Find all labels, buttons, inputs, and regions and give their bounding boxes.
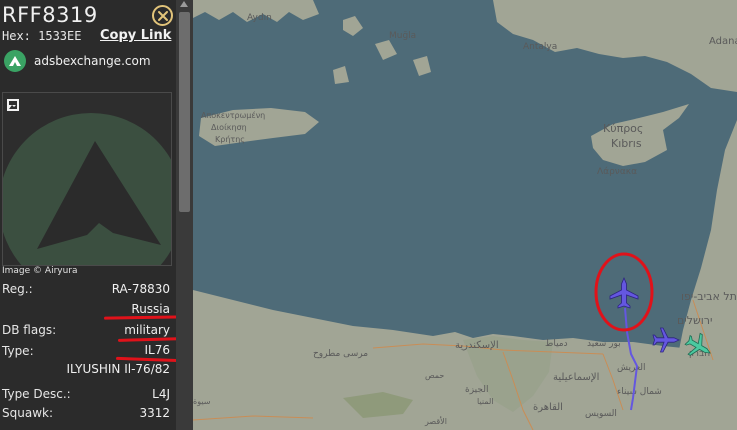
- label-crete-line2: Διοίκηση: [211, 123, 247, 132]
- label-port-said: بور سعيد: [587, 339, 621, 349]
- copy-link-button[interactable]: Copy Link: [100, 28, 171, 43]
- label-cairo: القاهرة: [533, 402, 563, 413]
- label-alexandria: الإسكندرية: [455, 340, 499, 351]
- label-minya: المنيا: [477, 397, 494, 406]
- db-flags-label: DB flags:: [2, 323, 57, 337]
- label-tel-aviv: תל אביב-יפו: [681, 290, 737, 303]
- label-suez: السويس: [585, 409, 617, 419]
- label-arish: العريش: [617, 363, 646, 373]
- registration-label: Reg.:: [2, 282, 33, 296]
- label-giza: الجيزة: [465, 385, 488, 395]
- map-canvas[interactable]: Adana Muğla Antalya Aydın Αποκεντρωμένη …: [193, 0, 737, 430]
- close-button[interactable]: [152, 5, 173, 26]
- label-adana: Adana: [709, 36, 737, 47]
- type-full-name: ILYUSHIN Il-76/82: [66, 362, 171, 376]
- image-credit: Image © Airyura: [2, 266, 78, 276]
- aircraft-photo[interactable]: [2, 92, 172, 266]
- squawk-label: Squawk:: [2, 406, 53, 420]
- type-desc-label: Type Desc.:: [2, 387, 71, 401]
- annotation-underline-flags: [117, 337, 185, 342]
- label-marsa-matruh: مرسى مطروح: [313, 349, 368, 359]
- label-crete-line3: Κρήτης: [215, 135, 245, 144]
- country-value: Russia: [131, 302, 170, 316]
- annotation-underline-country: [103, 315, 185, 320]
- label-antalya: Antalya: [523, 42, 557, 52]
- label-misc-b: الأقصر: [424, 416, 447, 426]
- close-icon: [157, 10, 168, 21]
- type-label: Type:: [2, 344, 34, 358]
- hex-code: Hex: 1533EE: [2, 29, 82, 43]
- source-link[interactable]: adsbexchange.com: [4, 50, 151, 72]
- label-crete-line1: Αποκεντρωμένη: [201, 110, 265, 120]
- label-kypros: Κύπρος: [603, 122, 643, 135]
- label-siwa: سيوة: [193, 397, 211, 406]
- source-label: adsbexchange.com: [34, 54, 151, 68]
- db-flags-value: military: [124, 323, 170, 337]
- label-misc-a: حمص: [425, 371, 444, 380]
- label-north-sinai: شمال سيناء: [617, 387, 662, 397]
- registration-value[interactable]: RA-78830: [112, 282, 170, 296]
- sidebar-scrollbar[interactable]: [176, 0, 193, 430]
- image-placeholder-icon: [7, 99, 19, 111]
- label-mugla: Muğla: [389, 31, 416, 41]
- callsign-title: RFF8319: [2, 3, 98, 27]
- label-aydin: Aydın: [247, 13, 272, 23]
- aircraft-silhouette-image: [3, 99, 171, 265]
- type-desc-value: L4J: [152, 387, 170, 401]
- label-damietta: دمياط: [545, 339, 568, 349]
- adsbexchange-logo-icon: [4, 50, 26, 72]
- squawk-value: 3312: [139, 406, 170, 420]
- label-larnaca: Λάρνακα: [597, 167, 637, 177]
- scrollbar-thumb[interactable]: [179, 12, 190, 212]
- type-value[interactable]: IL76: [145, 343, 171, 357]
- info-panel-content: RFF8319 Hex: 1533EE Copy Link adsbexchan…: [0, 0, 185, 430]
- map-view[interactable]: Adana Muğla Antalya Aydın Αποκεντρωμένη …: [193, 0, 737, 430]
- label-jerusalem: ירושלים: [677, 314, 712, 327]
- scroll-up-arrow-icon[interactable]: [180, 1, 188, 7]
- aircraft-info-panel: RFF8319 Hex: 1533EE Copy Link adsbexchan…: [0, 0, 193, 430]
- label-kibris: Kıbrıs: [611, 137, 642, 150]
- label-ismailia: الإسماعيلية: [553, 372, 599, 383]
